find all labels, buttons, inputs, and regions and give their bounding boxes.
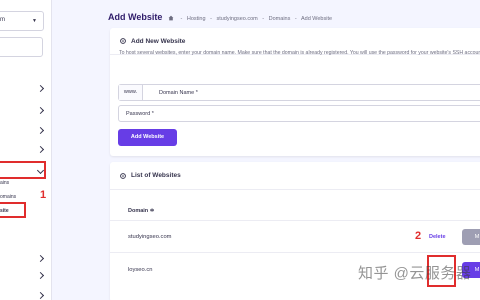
- gear-icon: [120, 38, 126, 44]
- breadcrumb-hosting[interactable]: Hosting: [187, 16, 206, 22]
- annotation-box-add-website: [0, 202, 26, 218]
- card-title: List of Websites: [131, 172, 181, 179]
- sidebar-search-input[interactable]: [0, 37, 43, 57]
- column-header-domain[interactable]: Domain ≑: [128, 208, 154, 214]
- delete-link[interactable]: Delete: [429, 234, 446, 240]
- sidebar-item-6[interactable]: [0, 236, 51, 250]
- domain-name-placeholder: Domain Name *: [159, 90, 198, 96]
- password-placeholder: Password *: [126, 111, 154, 117]
- chevron-right-icon: [36, 254, 45, 263]
- annotation-number-2: 2: [415, 230, 422, 242]
- chevron-right-icon: [36, 145, 45, 154]
- row-separator: [110, 252, 480, 253]
- sidebar-item-4[interactable]: [0, 145, 51, 159]
- domain-cell: studyingseo.com: [128, 234, 172, 240]
- sidebar: m ▼ ains omains site: [0, 0, 52, 300]
- add-website-card: Add New Website To host several websites…: [110, 28, 480, 156]
- card-description: To host several websites, enter your dom…: [119, 50, 480, 56]
- breadcrumb-separator: -: [294, 16, 297, 22]
- breadcrumb-domains[interactable]: Domains: [269, 16, 291, 22]
- password-field[interactable]: Password *: [118, 105, 480, 122]
- home-icon[interactable]: [168, 15, 174, 21]
- watermark: 知乎 @云服务器: [358, 265, 472, 282]
- annotation-box-domains: [0, 161, 46, 179]
- sidebar-item-9[interactable]: [0, 291, 51, 300]
- sort-icon: ≑: [149, 208, 155, 214]
- chevron-right-icon: [36, 291, 45, 300]
- breadcrumb-separator: -: [180, 16, 183, 22]
- hosting-selector-value: m: [0, 17, 5, 23]
- sidebar-subitem-parked-domains[interactable]: omains: [0, 194, 16, 200]
- breadcrumb-domain[interactable]: studyingseo.com: [216, 16, 257, 22]
- chevron-right-icon: [36, 271, 45, 280]
- domain-name-field[interactable]: www. Domain Name *: [118, 84, 480, 101]
- breadcrumb-current: Add Website: [300, 16, 333, 22]
- hosting-selector[interactable]: m ▼: [0, 11, 44, 31]
- annotation-number-1: 1: [40, 189, 47, 201]
- domain-prefix: www.: [119, 85, 143, 100]
- breadcrumb-separator: -: [262, 16, 265, 22]
- chevron-right-icon: [36, 126, 45, 135]
- sidebar-item-2[interactable]: [0, 106, 51, 120]
- caret-down-icon: ▼: [32, 18, 37, 24]
- manage-button[interactable]: M: [462, 229, 480, 245]
- chevron-right-icon: [36, 84, 45, 93]
- page-title: Add Website: [108, 12, 163, 22]
- chevron-right-icon: [36, 106, 45, 115]
- add-website-button[interactable]: Add Website: [118, 129, 177, 146]
- sidebar-item-8[interactable]: [0, 271, 51, 285]
- domain-cell: loyseo.cn: [128, 267, 153, 273]
- sidebar-item-7[interactable]: [0, 254, 51, 268]
- card-title: Add New Website: [131, 38, 186, 45]
- sidebar-item-3[interactable]: [0, 126, 51, 140]
- card-header: List of Websites: [110, 162, 480, 190]
- sidebar-item-1[interactable]: [0, 84, 51, 98]
- gear-icon: [120, 173, 126, 179]
- breadcrumb: - Hosting - studyingseo.com - Domains - …: [168, 14, 332, 22]
- breadcrumb-separator: -: [210, 16, 212, 22]
- row-separator: [110, 220, 480, 221]
- sidebar-subitem-domains[interactable]: ains: [0, 180, 9, 186]
